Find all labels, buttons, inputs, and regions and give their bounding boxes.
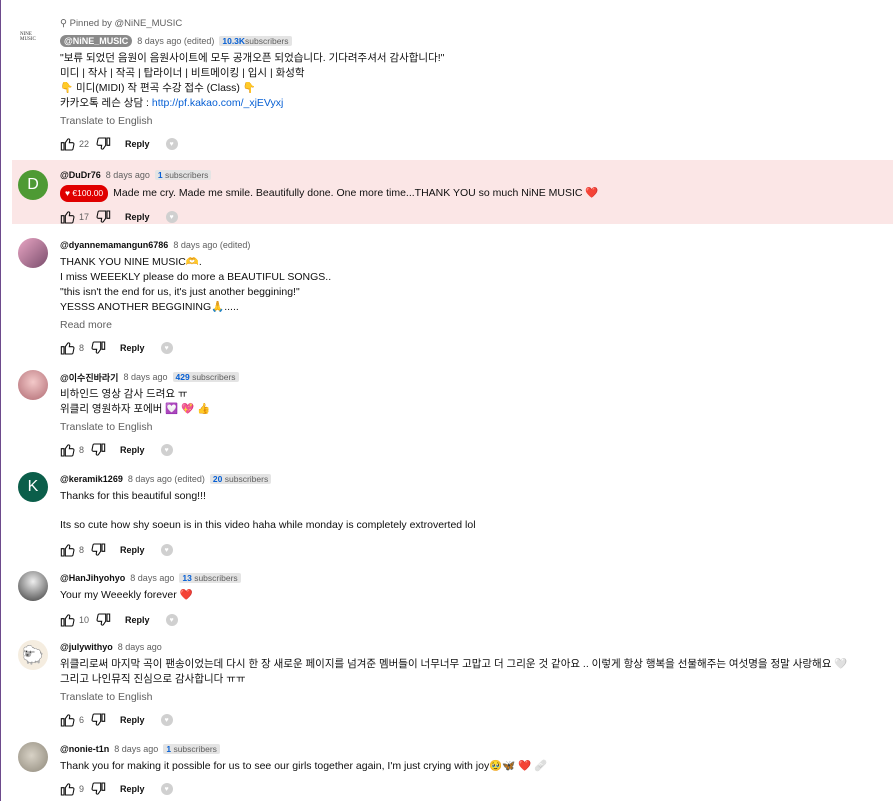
dislike-icon[interactable] [90, 781, 106, 797]
comment-time[interactable]: 8 days ago [130, 573, 174, 583]
comment-text: 비하인드 영상 감사 드려요 ㅠ 위클리 영원하자 포에버 💟 💖 👍 [60, 388, 211, 415]
comment-text: Thank you for making it possible for us … [60, 760, 548, 772]
subscriber-badge: 10.3Ksubscribers [219, 36, 292, 46]
like-icon[interactable] [60, 781, 76, 797]
translate-link[interactable]: Translate to English [60, 421, 883, 433]
translate-link[interactable]: Translate to English [60, 691, 883, 703]
read-more-link[interactable]: Read more [60, 319, 883, 331]
avatar[interactable]: NINE MUSIC [20, 30, 46, 44]
comment-author[interactable]: @dyannemamangun6786 [60, 240, 168, 250]
avatar[interactable] [18, 370, 48, 400]
subscriber-badge: 1 subscribers [163, 744, 220, 754]
like-count: 8 [79, 343, 85, 353]
like-count: 8 [79, 445, 85, 455]
comment-text: THANK YOU NINE MUSIC🫶. I miss WEEEKLY pl… [60, 256, 332, 313]
dislike-icon[interactable] [90, 442, 106, 458]
comment-time[interactable]: 8 days ago [123, 372, 167, 382]
comment-author[interactable]: @keramik1269 [60, 474, 123, 484]
creator-heart-icon: ♥ [160, 544, 173, 556]
like-count: 22 [79, 139, 90, 149]
dislike-icon[interactable] [95, 136, 111, 152]
comment-time[interactable]: 8 days ago [114, 744, 158, 754]
like-icon[interactable] [60, 209, 76, 225]
dislike-icon[interactable] [95, 612, 111, 628]
comment-author[interactable]: @HanJihyohyo [60, 573, 125, 583]
dislike-icon[interactable] [90, 340, 106, 356]
comment-time[interactable]: 8 days ago (edited) [137, 36, 214, 46]
creator-heart-icon: ♥ [160, 783, 173, 795]
comment-text: Thanks for this beautiful song!!! Its so… [60, 490, 476, 531]
like-count: 17 [79, 212, 90, 222]
creator-heart-icon: ♥ [160, 444, 173, 456]
avatar[interactable]: 🐑 [18, 640, 48, 670]
like-icon[interactable] [60, 542, 76, 558]
like-icon[interactable] [60, 442, 76, 458]
subscriber-badge: 13 subscribers [179, 573, 241, 583]
comment-time[interactable]: 8 days ago [118, 642, 162, 652]
creator-heart-icon: ♥ [160, 342, 173, 354]
comment-text: "보류 되었던 음원이 음원사이트에 모두 공개오픈 되었습니다. 기다려주셔서… [60, 52, 445, 109]
avatar[interactable] [18, 742, 48, 772]
creator-heart-icon: ♥ [160, 714, 173, 726]
sheep-avatar-icon: 🐑 [21, 644, 45, 665]
avatar[interactable]: K [18, 472, 48, 502]
creator-heart-icon: ♥ [165, 138, 178, 150]
window-edge [0, 0, 1, 801]
dislike-icon[interactable] [90, 712, 106, 728]
comment-thread: D @DuDr76 8 days ago 1 subscribers ♥ €10… [12, 160, 893, 224]
avatar[interactable]: D [18, 170, 48, 200]
comment-author[interactable]: @이수진바라기 [60, 371, 118, 384]
comment-author[interactable]: @nonie-t1n [60, 744, 109, 754]
reply-button[interactable]: Reply [125, 139, 150, 149]
comment-text: ♥ €100.00 Made me cry. Made me smile. Be… [60, 185, 883, 202]
reply-button[interactable]: Reply [120, 445, 145, 455]
reply-button[interactable]: Reply [120, 715, 145, 725]
like-count: 8 [79, 545, 85, 555]
pin-icon: ⚲ [60, 18, 67, 29]
comment-author[interactable]: @NiNE_MUSIC [60, 35, 133, 47]
like-icon[interactable] [60, 340, 76, 356]
avatar[interactable] [18, 238, 48, 268]
comment-time[interactable]: 8 days ago [106, 170, 150, 180]
like-icon[interactable] [60, 612, 76, 628]
subscriber-badge: 429 subscribers [172, 372, 239, 382]
comment-author[interactable]: @DuDr76 [60, 170, 101, 180]
comment-time[interactable]: 8 days ago (edited) [173, 240, 250, 250]
avatar[interactable] [18, 571, 48, 601]
subscriber-badge: 1 subscribers [154, 170, 212, 180]
translate-link[interactable]: Translate to English [60, 115, 883, 127]
like-count: 6 [79, 715, 85, 725]
like-count: 9 [79, 784, 85, 794]
comment-text: Your my Weeekly forever ❤️ [60, 589, 193, 601]
super-thanks-badge: ♥ €100.00 [60, 185, 109, 202]
reply-button[interactable]: Reply [120, 545, 145, 555]
super-thanks-icon: ♥ [65, 188, 73, 198]
like-icon[interactable] [60, 136, 76, 152]
like-icon[interactable] [60, 712, 76, 728]
dislike-icon[interactable] [95, 209, 111, 225]
creator-heart-icon: ♥ [165, 211, 178, 223]
reply-button[interactable]: Reply [120, 343, 145, 353]
pinned-label: ⚲ Pinned by @NiNE_MUSIC [60, 18, 183, 29]
like-count: 10 [79, 615, 90, 625]
reply-button[interactable]: Reply [125, 212, 150, 222]
reply-button[interactable]: Reply [120, 784, 145, 794]
dislike-icon[interactable] [90, 542, 106, 558]
subscriber-badge: 20 subscribers [209, 474, 272, 484]
reply-button[interactable]: Reply [125, 615, 150, 625]
comment-time[interactable]: 8 days ago (edited) [128, 474, 205, 484]
creator-heart-icon: ♥ [165, 614, 178, 626]
kakao-link[interactable]: http://pf.kakao.com/_xjEVyxj [152, 97, 284, 109]
comment-author[interactable]: @julywithyo [60, 642, 113, 652]
comment-text: 위클리로써 마지막 곡이 팬송이었는데 다시 한 장 새로운 페이지를 넘겨준 … [60, 658, 848, 685]
